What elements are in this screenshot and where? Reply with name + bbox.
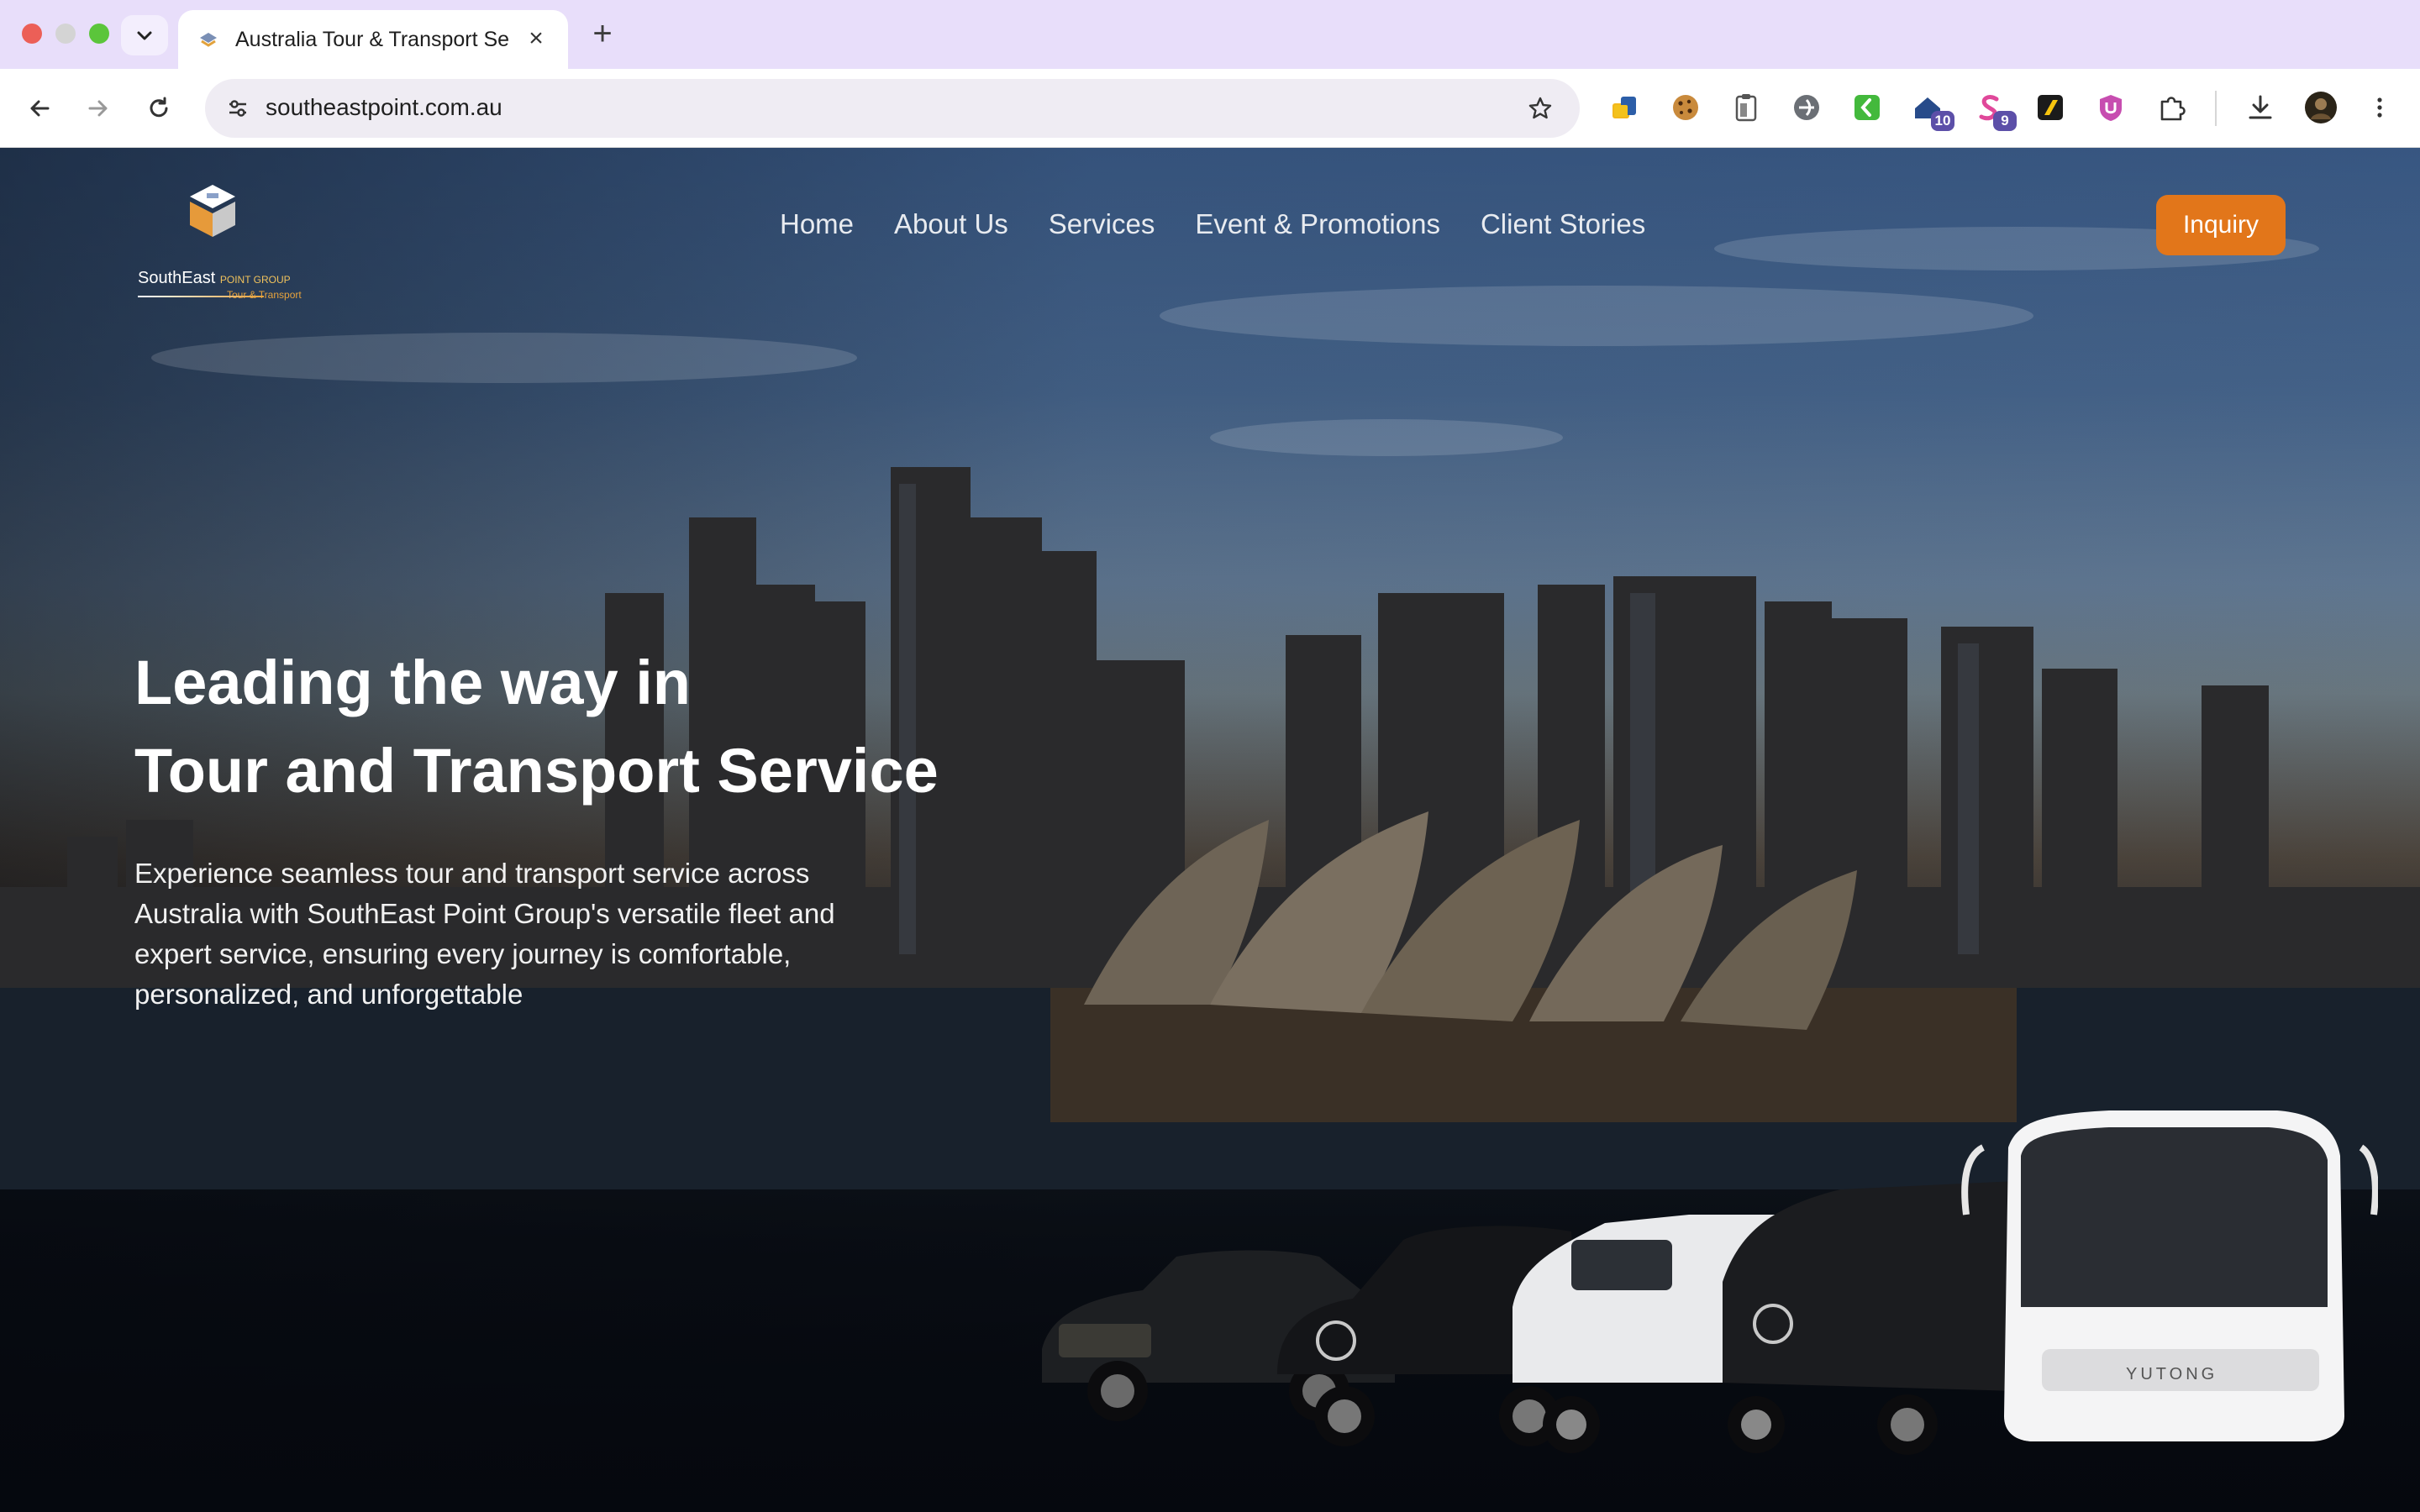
puzzle-piece-yellow-icon xyxy=(1612,97,1636,118)
reload-icon xyxy=(150,97,168,118)
extension-green-k[interactable] xyxy=(1849,89,1886,126)
green-k-icon xyxy=(1854,95,1880,120)
browser-menu-button[interactable] xyxy=(2361,89,2398,126)
cookie-icon xyxy=(1673,95,1698,120)
address-bar[interactable]: southeastpoint.com.au xyxy=(205,79,1580,138)
extension-yellow-slash[interactable] xyxy=(2032,89,2069,126)
shield-circle-icon xyxy=(1794,95,1819,120)
browser-toolbar: southeastpoint.com.au 10 9 xyxy=(0,69,2420,148)
main-nav: Home About Us Services Event & Promotion… xyxy=(780,208,1645,240)
downloads-button[interactable] xyxy=(2242,89,2279,126)
ublock-icon xyxy=(2100,95,2122,121)
extension-shield[interactable] xyxy=(1788,89,1825,126)
nav-event-promotions[interactable]: Event & Promotions xyxy=(1195,208,1440,240)
extension-clipboard[interactable] xyxy=(1728,89,1765,126)
extension-badge: 10 xyxy=(1931,111,1954,131)
new-tab-button[interactable]: + xyxy=(585,17,620,52)
site-logo[interactable]: SouthEast POINT GROUP Tour & Transport xyxy=(138,181,306,301)
nav-about-us[interactable]: About Us xyxy=(894,208,1008,240)
more-vertical-icon xyxy=(2377,97,2382,118)
close-window-button[interactable] xyxy=(22,24,42,44)
extension-puzzle-yellow[interactable] xyxy=(1607,89,1644,126)
tab-search-button[interactable] xyxy=(121,15,168,55)
nav-services[interactable]: Services xyxy=(1049,208,1155,240)
back-button[interactable] xyxy=(18,87,60,129)
hero-title-line1: Leading the way in xyxy=(134,648,691,717)
extension-cookie[interactable] xyxy=(1667,89,1704,126)
chevron-down-icon xyxy=(137,31,152,40)
vehicle-fleet-image: YUTONG xyxy=(1042,1110,2378,1455)
logo-brand-name: SouthEast xyxy=(138,269,216,287)
logo-underline xyxy=(138,296,264,297)
logo-brand: SouthEast POINT GROUP xyxy=(138,269,291,288)
extension-ublock[interactable] xyxy=(2092,89,2129,126)
coach-bus-icon: YUTONG xyxy=(1961,1110,2378,1441)
yellow-slash-icon xyxy=(2038,95,2063,120)
arrow-left-icon xyxy=(30,100,50,117)
extension-badge: 9 xyxy=(1993,111,2017,131)
clipboard-icon xyxy=(1735,94,1757,122)
hero-description: Experience seamless tour and transport s… xyxy=(134,858,835,1010)
hero-section: SouthEast POINT GROUP Tour & Transport H… xyxy=(0,148,2420,1512)
bus-brand-text: YUTONG xyxy=(2126,1365,2217,1383)
extension-pink-s[interactable]: 9 xyxy=(1971,89,2017,131)
download-icon xyxy=(2249,95,2272,119)
logo-icon xyxy=(190,185,235,237)
url-text: southeastpoint.com.au xyxy=(266,94,502,120)
forward-button[interactable] xyxy=(77,87,119,129)
site-favicon-icon xyxy=(200,33,217,47)
nav-client-stories[interactable]: Client Stories xyxy=(1481,208,1645,240)
extension-home-badge[interactable]: 10 xyxy=(1909,89,1954,131)
toolbar-divider xyxy=(2215,91,2217,126)
bookmark-star-button[interactable] xyxy=(1523,91,1558,126)
tab-title: Australia Tour & Transport Se xyxy=(235,27,510,51)
reload-button[interactable] xyxy=(138,87,180,129)
tune-icon xyxy=(229,100,246,117)
browser-tab[interactable]: Australia Tour & Transport Se × xyxy=(178,10,568,69)
inquiry-button[interactable]: Inquiry xyxy=(2156,195,2286,255)
tab-strip: Australia Tour & Transport Se × + xyxy=(0,0,2420,69)
star-icon xyxy=(1528,97,1552,119)
profile-avatar-button[interactable] xyxy=(2302,89,2339,126)
maximize-window-button[interactable] xyxy=(89,24,109,44)
logo-brand-sub: POINT GROUP xyxy=(219,274,291,286)
logo-tagline: Tour & Transport xyxy=(227,289,302,301)
site-info-button[interactable] xyxy=(220,91,255,126)
extensions-puzzle-icon xyxy=(2160,97,2186,121)
arrow-right-icon xyxy=(88,100,108,117)
browser-chrome: Australia Tour & Transport Se × + southe… xyxy=(0,0,2420,148)
hero-title: Leading the way in Tour and Transport Se… xyxy=(134,638,939,815)
nav-home[interactable]: Home xyxy=(780,208,854,240)
tab-close-icon[interactable]: × xyxy=(523,26,550,53)
avatar xyxy=(2305,92,2337,123)
extensions-menu-button[interactable] xyxy=(2153,89,2190,126)
hero-title-line2: Tour and Transport Service xyxy=(134,736,939,806)
minimize-window-button[interactable] xyxy=(55,24,76,44)
